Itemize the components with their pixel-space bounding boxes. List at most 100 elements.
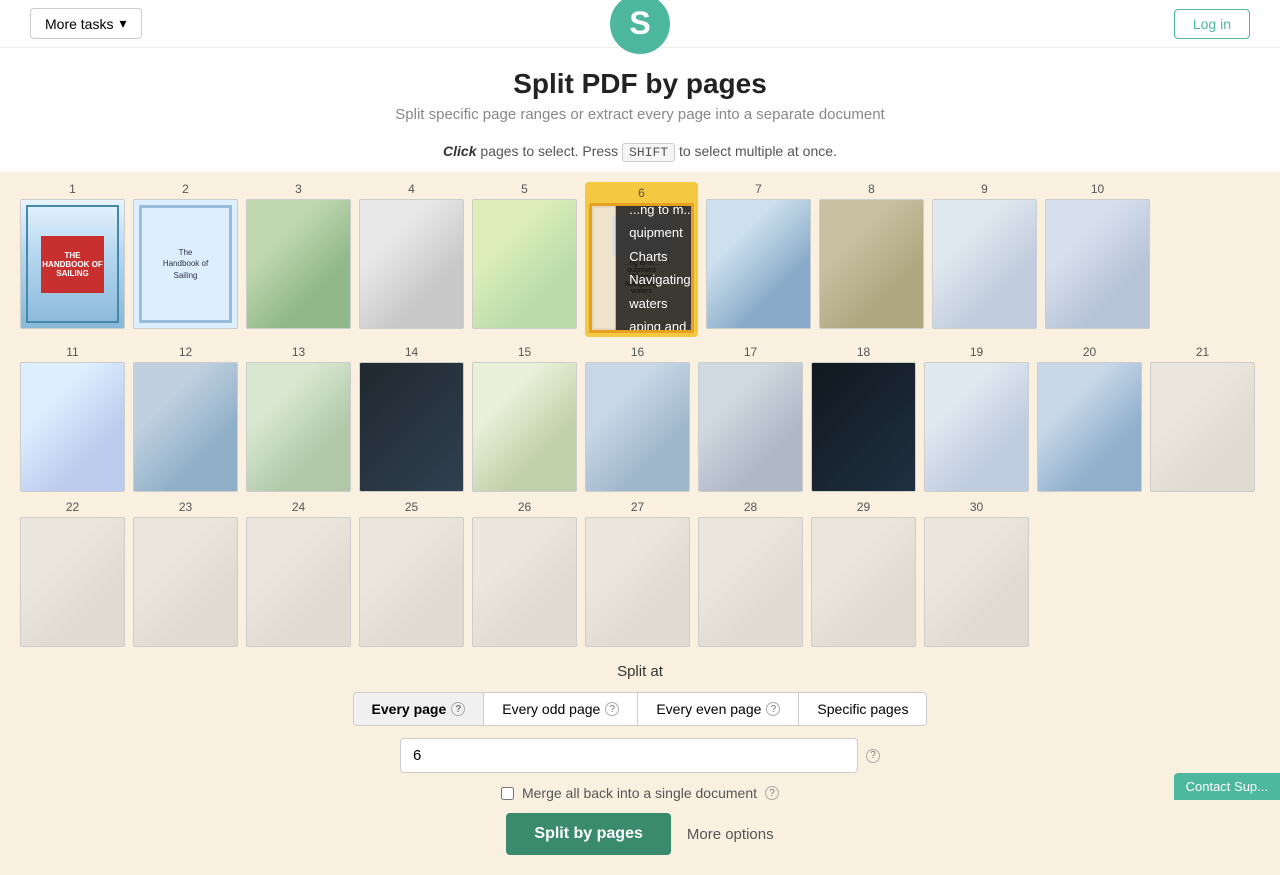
page-thumb-27[interactable]: 27: [585, 500, 690, 647]
title-area: Split PDF by pages Split specific page r…: [0, 48, 1280, 133]
merge-checkbox[interactable]: [501, 787, 514, 800]
option-info-icon-2: ?: [766, 702, 780, 716]
page-number-10: 10: [1091, 182, 1104, 196]
page-thumb-26[interactable]: 26: [472, 500, 577, 647]
instruction-text1: pages to select. Press: [480, 143, 618, 159]
page-number-8: 8: [868, 182, 875, 196]
page-thumb-16[interactable]: 16: [585, 345, 690, 492]
login-button[interactable]: Log in: [1174, 9, 1250, 39]
page-thumb-3[interactable]: 3: [246, 182, 351, 337]
page-number-19: 19: [970, 345, 983, 359]
split-option-every-page[interactable]: Every page?: [354, 693, 485, 725]
logo: S: [610, 0, 670, 54]
page-thumb-21[interactable]: 21: [1150, 345, 1255, 492]
page-thumb-11[interactable]: 11: [20, 345, 125, 492]
page-image-8: [819, 199, 924, 329]
page-number-22: 22: [66, 500, 79, 514]
page-number-3: 3: [295, 182, 302, 196]
page-image-20: [1037, 362, 1142, 492]
page-thumb-19[interactable]: 19: [924, 345, 1029, 492]
shift-badge: SHIFT: [622, 143, 675, 162]
page-number-17: 17: [744, 345, 757, 359]
split-options: Every page?Every odd page?Every even pag…: [353, 692, 928, 726]
page-image-27: [585, 517, 690, 647]
page-content-23: [134, 518, 237, 646]
page-content-21: [1151, 363, 1254, 491]
page-thumb-7[interactable]: 7: [706, 182, 811, 337]
contact-support-button[interactable]: Contact Sup...: [1174, 773, 1280, 800]
page-content-20: [1038, 363, 1141, 491]
chevron-down-icon: ▾: [119, 15, 126, 32]
page-thumb-5[interactable]: 5: [472, 182, 577, 337]
split-by-pages-button[interactable]: Split by pages: [506, 813, 670, 855]
page-image-11: [20, 362, 125, 492]
page-number-21: 21: [1196, 345, 1209, 359]
page-thumb-1[interactable]: 1 THE HANDBOOK OFSAILING: [20, 182, 125, 337]
page-thumb-28[interactable]: 28: [698, 500, 803, 647]
page-thumb-9[interactable]: 9: [932, 182, 1037, 337]
page-number-15: 15: [518, 345, 531, 359]
page-number-13: 13: [292, 345, 305, 359]
page-subtitle: Split specific page ranges or extract ev…: [0, 106, 1280, 123]
page-content-30: [925, 518, 1028, 646]
page-thumb-30[interactable]: 30: [924, 500, 1029, 647]
page-number-4: 4: [408, 182, 415, 196]
page-image-15: [472, 362, 577, 492]
split-option-every-odd-page[interactable]: Every odd page?: [484, 693, 638, 725]
page-image-5: [472, 199, 577, 329]
page-content-12: [134, 363, 237, 491]
page-thumb-23[interactable]: 23: [133, 500, 238, 647]
page-title: Split PDF by pages: [0, 68, 1280, 100]
page-thumb-17[interactable]: 17: [698, 345, 803, 492]
page-thumb-8[interactable]: 8: [819, 182, 924, 337]
page-content-19: [925, 363, 1028, 491]
page-thumb-29[interactable]: 29: [811, 500, 916, 647]
page-thumb-20[interactable]: 20: [1037, 345, 1142, 492]
page-content-17: [699, 363, 802, 491]
page-number-29: 29: [857, 500, 870, 514]
page-content-10: [1046, 200, 1149, 328]
page-thumb-4[interactable]: 4: [359, 182, 464, 337]
page-thumb-18[interactable]: 18: [811, 345, 916, 492]
page-number-input[interactable]: [400, 738, 858, 773]
pages-area: 1 THE HANDBOOK OFSAILING2TheHandbook ofSa…: [0, 172, 1280, 647]
page-image-25: [359, 517, 464, 647]
more-options-link[interactable]: More options: [687, 826, 774, 843]
page-number-7: 7: [755, 182, 762, 196]
page-content-9: [933, 200, 1036, 328]
page-number-23: 23: [179, 500, 192, 514]
page-number-28: 28: [744, 500, 757, 514]
page-content-4: [360, 200, 463, 328]
more-tasks-button[interactable]: More tasks ▾: [30, 8, 142, 39]
page-thumb-25[interactable]: 25: [359, 500, 464, 647]
split-btn-label: Split by pages: [534, 825, 642, 842]
page-number-1: 1: [69, 182, 76, 196]
page-number-6: 6: [638, 186, 645, 200]
page-thumb-22[interactable]: 22: [20, 500, 125, 647]
more-tasks-label: More tasks: [45, 16, 113, 32]
page-image-30: [924, 517, 1029, 647]
login-label: Log in: [1193, 16, 1231, 32]
page-thumb-6[interactable]: 6...ng to m...quipmentChartsNavigatingwa…: [585, 182, 698, 337]
page-thumb-2[interactable]: 2TheHandbook ofSailing: [133, 182, 238, 337]
page-thumb-15[interactable]: 15: [472, 345, 577, 492]
split-option-every-even-page[interactable]: Every even page?: [638, 693, 799, 725]
page-thumb-10[interactable]: 10: [1045, 182, 1150, 337]
page-thumb-13[interactable]: 13: [246, 345, 351, 492]
page-thumb-14[interactable]: 14: [359, 345, 464, 492]
page-content-24: [247, 518, 350, 646]
bottom-controls: Split at Every page?Every odd page?Every…: [0, 647, 1280, 875]
split-option-specific-pages[interactable]: Specific pages: [799, 693, 926, 725]
page-thumb-24[interactable]: 24: [246, 500, 351, 647]
page-content-16: [586, 363, 689, 491]
page-image-4: [359, 199, 464, 329]
more-options-label: More options: [687, 826, 774, 843]
instruction-bar: Click pages to select. Press SHIFT to se…: [0, 133, 1280, 172]
page-content-14: [360, 363, 463, 491]
merge-info-icon: ?: [765, 786, 779, 800]
page-image-10: [1045, 199, 1150, 329]
page-content-25: [360, 518, 463, 646]
page-image-12: [133, 362, 238, 492]
page-thumb-12[interactable]: 12: [133, 345, 238, 492]
page-image-1: THE HANDBOOK OFSAILING: [20, 199, 125, 329]
